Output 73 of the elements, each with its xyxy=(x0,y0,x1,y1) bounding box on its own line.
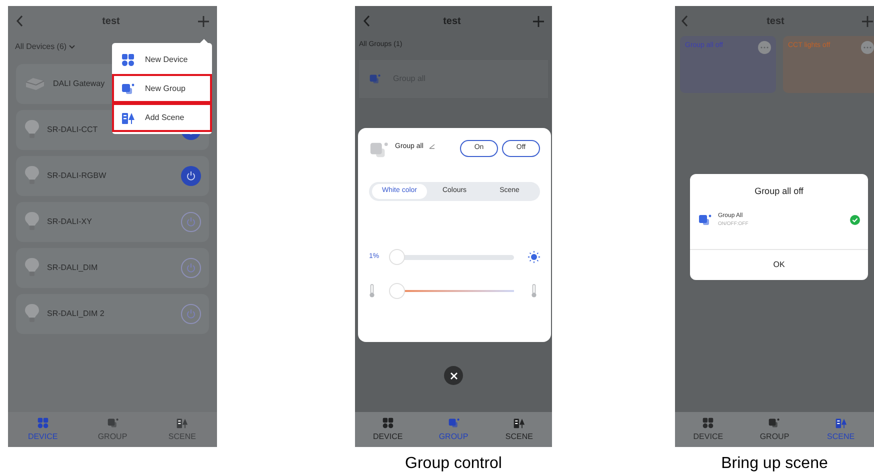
tab[interactable]: SCENE xyxy=(808,412,874,447)
tab[interactable]: SCENE xyxy=(147,412,218,447)
device-card[interactable]: SR-DALI-RGBW xyxy=(16,156,209,196)
device-name: SR-DALI-RGBW xyxy=(47,170,106,182)
scene-tab-icon xyxy=(513,416,526,428)
thermometer-icon xyxy=(369,284,375,298)
screen-title: test xyxy=(766,14,784,28)
group-tab-icon xyxy=(448,416,460,428)
dialog-title: Group all off xyxy=(754,185,804,198)
thermometer-icon xyxy=(531,284,537,298)
device-card[interactable]: SR-DALI_DIM 2 xyxy=(16,294,209,334)
group-icon xyxy=(698,212,712,227)
group-icon xyxy=(369,140,389,160)
tab[interactable]: GROUP xyxy=(78,412,148,447)
screen-title: test xyxy=(102,14,120,28)
bulb-icon xyxy=(24,211,40,233)
back-icon[interactable] xyxy=(681,15,689,27)
more-icon[interactable] xyxy=(861,41,874,54)
device-name: SR-DALI-XY xyxy=(47,216,92,228)
add-icon[interactable] xyxy=(862,16,873,26)
tab[interactable]: GROUP xyxy=(741,412,808,447)
more-icon[interactable] xyxy=(758,41,771,54)
sun-icon xyxy=(528,251,540,263)
figure-caption: Group control xyxy=(405,454,502,474)
device-card[interactable]: SR-DALI_DIM xyxy=(16,248,209,288)
device-tab-icon xyxy=(382,416,394,428)
add-icon[interactable] xyxy=(198,16,209,26)
device-filter[interactable]: All Devices (6) xyxy=(15,41,67,53)
device-card[interactable]: SR-DALI-XY xyxy=(16,202,209,242)
close-button[interactable] xyxy=(444,366,463,385)
device-name: SR-DALI-CCT xyxy=(47,124,98,136)
slider-thumb[interactable] xyxy=(389,283,405,299)
close-icon xyxy=(450,372,458,380)
power-icon xyxy=(186,263,196,273)
power-icon xyxy=(186,171,196,181)
edit-icon[interactable] xyxy=(429,144,436,149)
tab[interactable]: DEVICE xyxy=(8,412,78,447)
tab[interactable]: SCENE xyxy=(486,412,552,447)
device-name: SR-DALI_DIM xyxy=(47,262,98,274)
scene-icon xyxy=(121,110,135,124)
figure-caption: Bring up scene xyxy=(721,454,828,474)
power-icon xyxy=(186,217,196,227)
bulb-icon xyxy=(24,303,40,325)
tab[interactable]: GROUP xyxy=(420,412,486,447)
ok-button[interactable]: OK xyxy=(690,250,868,280)
back-icon[interactable] xyxy=(16,15,24,27)
add-icon[interactable] xyxy=(532,16,544,26)
device-name: SR-DALI_DIM 2 xyxy=(47,308,104,320)
caret-icon[interactable] xyxy=(68,45,75,49)
device-name: DALI Gateway xyxy=(53,78,105,90)
device-tab-icon xyxy=(702,416,714,428)
scene-tab-icon xyxy=(834,416,847,428)
screen-title: test xyxy=(443,14,461,28)
back-icon[interactable] xyxy=(363,15,371,27)
device-tab-icon xyxy=(36,416,49,428)
slider-thumb[interactable] xyxy=(389,248,405,264)
group-tab-icon xyxy=(106,416,118,428)
group-icon xyxy=(369,73,381,85)
group-tab-icon xyxy=(768,416,780,428)
scene-tab-icon xyxy=(176,416,188,428)
bulb-icon xyxy=(24,165,40,187)
device-icon xyxy=(121,52,135,66)
group-icon xyxy=(121,82,135,96)
tab[interactable]: DEVICE xyxy=(355,412,421,447)
bulb-icon xyxy=(24,257,40,279)
tab[interactable]: DEVICE xyxy=(675,412,742,447)
menu-item[interactable]: Add Scene xyxy=(112,103,212,132)
check-icon[interactable] xyxy=(850,214,860,225)
gateway-icon xyxy=(24,77,46,91)
menu-item[interactable]: New Group xyxy=(112,74,212,103)
bulb-icon xyxy=(24,119,40,141)
power-icon xyxy=(186,309,196,319)
power-button[interactable] xyxy=(181,166,201,186)
